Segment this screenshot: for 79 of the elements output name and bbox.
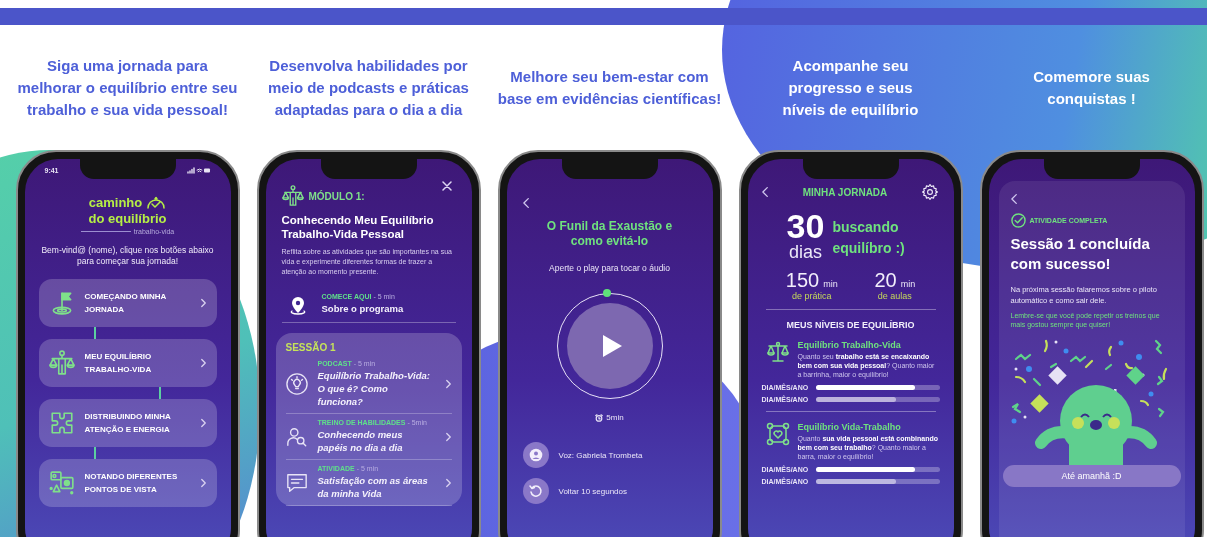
menu-card[interactable]: MEU EQUILÍBRIO TRABALHO-VIDA [38, 339, 217, 387]
stat-unit: min [900, 279, 916, 289]
promo-headline: Acompanhe seu progresso e seus níveis de equilíbrio [781, 55, 920, 120]
chevron-right-icon[interactable] [199, 358, 207, 368]
progress-handle[interactable] [602, 289, 611, 297]
rewind-button[interactable] [522, 478, 549, 504]
chevron-right-icon[interactable] [199, 478, 207, 488]
completion-title: Sessão 1 concluída com sucesso! [1010, 234, 1151, 274]
screen-title: MINHA JORNADA [802, 186, 888, 198]
puzzle-icon [48, 410, 75, 436]
rewind-icon [528, 484, 543, 498]
close-icon[interactable] [441, 181, 452, 191]
rule-line [80, 231, 131, 232]
person-search-icon [285, 425, 308, 448]
message-icon [285, 471, 308, 494]
play-button[interactable] [566, 303, 653, 389]
alarm-clock-icon [595, 413, 604, 422]
card-label: NOTANDO DIFERENTES PONTOS DE VISTA [84, 471, 179, 496]
check-circle-icon [1010, 213, 1026, 228]
status-icons-icon [186, 166, 211, 174]
promo-headline: Desenvolva habilidades por meio de podcasts e práticas adaptadas para o dia a dia [267, 55, 470, 120]
promo-headline: Comemore suas conquistas ! [1032, 66, 1151, 109]
card-label: MEU EQUILÍBRIO TRABALHO-VIDA [84, 351, 153, 376]
level-title: Equilíbrio Vida-Trabalho [797, 422, 902, 432]
chevron-right-icon[interactable] [199, 418, 207, 428]
heart-network-icon [765, 422, 790, 446]
section-title: MEUS NÍVEIS DE EQUILÍBRIO [785, 320, 916, 330]
logo-text: do equilíbrio [88, 211, 167, 227]
gauge-icon [146, 196, 167, 210]
streak-text: buscando equilíbro :) [832, 218, 906, 258]
promo-headline: Melhore seu bem-estar com base em evidências científicas! [496, 66, 723, 109]
stat-value: 20 [874, 269, 897, 291]
intro-text: Bem-vind@ (nome), clique nos botões abaixo para começar sua jornada! [40, 245, 215, 267]
stat-value: 150 [785, 269, 820, 291]
stat-unit: min [823, 279, 838, 289]
module-title: Conhecendo Meu Equilíbrio Trabalho-Vida Pessoal [281, 213, 435, 241]
lesson-title: Equilíbrio Trabalho-Vida: O que é? Como funciona? [317, 369, 431, 408]
back-icon[interactable] [1010, 193, 1018, 205]
chevron-right-icon[interactable] [199, 298, 207, 308]
logo-text: caminho [88, 195, 143, 211]
chevron-right-icon[interactable] [444, 431, 452, 442]
settings-icon[interactable] [921, 183, 940, 201]
back-icon[interactable] [522, 197, 530, 209]
lesson-title: Satisfação com as áreas da minha Vida [317, 474, 429, 500]
person-scale-icon [48, 350, 75, 376]
chevron-right-icon[interactable] [444, 379, 452, 389]
lightbulb-icon [285, 373, 308, 395]
card-label: DISTRIBUINDO MINHA ATENÇÃO E ENERGIA [84, 411, 172, 436]
level-title: Equilíbrio Trabalho-Vida [797, 340, 902, 350]
lesson-title: Conhecendo meus papéis no dia a dia [317, 428, 404, 454]
scale-icon [765, 340, 790, 364]
back-icon[interactable] [761, 186, 769, 198]
play-icon [601, 334, 623, 358]
audio-title: O Funil da Exaustão e como evitá-lo [545, 219, 674, 249]
module-label: MÓDULO 1: [308, 190, 365, 202]
stat-label: de aulas [877, 291, 912, 301]
lesson-title: Sobre o programa [321, 302, 405, 315]
chevron-right-icon[interactable] [444, 477, 452, 488]
promo-headline: Siga uma jornada para melhorar o equilíbrio entre seu trabalho e sua vida pessoal! [16, 55, 239, 120]
card-label: COMEÇANDO MINHA JORNADA [84, 291, 167, 316]
person-icon [528, 448, 543, 462]
menu-card[interactable]: COMEÇANDO MINHA JORNADA [38, 279, 217, 327]
stat-label: de prática [792, 291, 832, 301]
connector-line [158, 387, 161, 399]
instruction-text: Aperte o play para tocar o áudio [549, 263, 670, 273]
connector-line [93, 327, 96, 339]
session-title: SESSÃO 1 [285, 342, 337, 353]
days-label: dias [788, 243, 822, 261]
voice-button[interactable] [522, 442, 549, 468]
control-label: Voz: Gabriela Trombeta [558, 450, 643, 460]
person-scale-icon [281, 185, 304, 207]
menu-card[interactable]: NOTANDO DIFERENTES PONTOS DE VISTA [38, 459, 217, 507]
chat-bubbles-icon [48, 470, 75, 496]
days-count: 30 [786, 209, 825, 243]
continue-button[interactable]: Até amanhã :D [1002, 465, 1181, 487]
duration-text: 5min [606, 413, 624, 422]
menu-card[interactable]: DISTRIBUINDO MINHA ATENÇÃO E ENERGIA [38, 399, 217, 447]
connector-line [93, 447, 96, 459]
control-label: Voltar 10 segundos [558, 486, 627, 496]
